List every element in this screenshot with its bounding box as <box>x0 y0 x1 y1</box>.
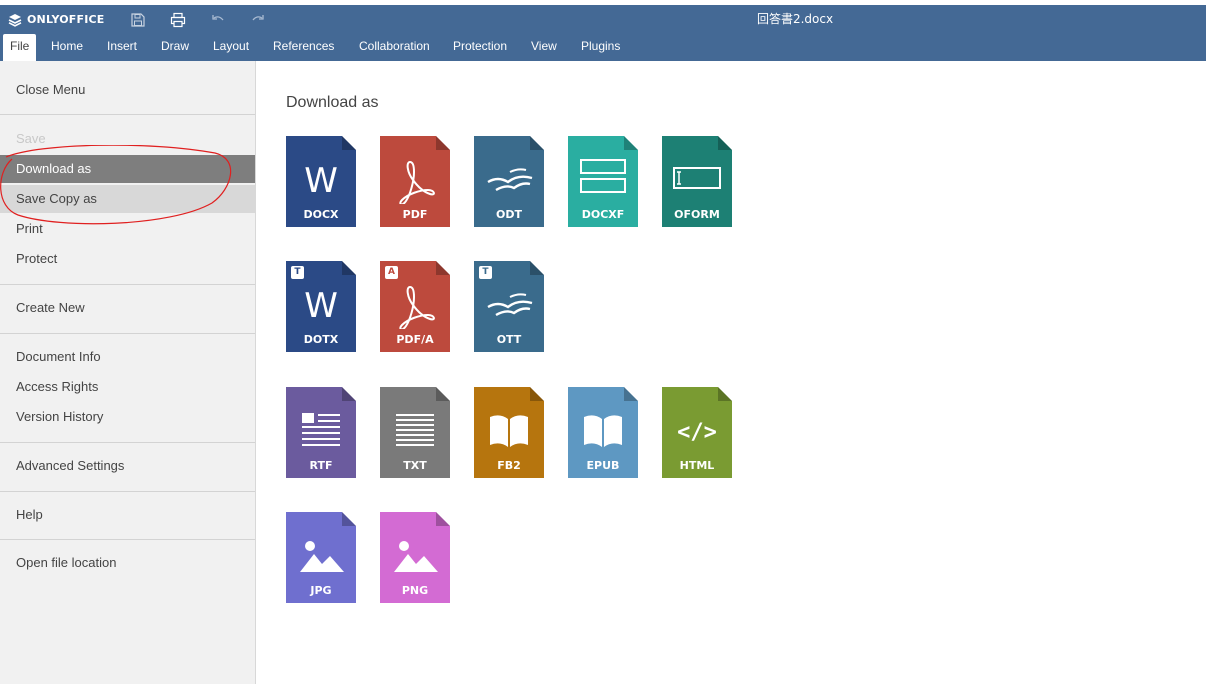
image-icon <box>300 541 344 572</box>
format-label: OTT <box>496 333 522 346</box>
format-tile-html[interactable]: </> HTML <box>662 387 732 478</box>
tab-draw[interactable]: Draw <box>154 34 196 61</box>
pdf-icon <box>399 160 435 204</box>
text-lines-icon <box>396 414 434 446</box>
seagull-icon <box>487 293 533 317</box>
tab-view[interactable]: View <box>524 34 564 61</box>
format-tile-png[interactable]: PNG <box>380 512 450 603</box>
menu-divider <box>0 442 255 443</box>
format-tile-ott[interactable]: T OTT <box>474 261 544 352</box>
tab-references[interactable]: References <box>266 34 341 61</box>
menu-divider <box>0 539 255 540</box>
format-label: ODT <box>496 208 522 221</box>
template-badge: T <box>479 266 492 279</box>
download-as-panel: Download as W DOCX PDF ODT DOCXF OFORM W T DOTX A… <box>256 61 1206 684</box>
menu-open-file-location[interactable]: Open file location <box>0 549 255 577</box>
format-tile-fb2[interactable]: FB2 <box>474 387 544 478</box>
template-badge: A <box>385 266 398 279</box>
title-bar: ONLYOFFICE 回答書2.docx <box>0 5 1206 34</box>
format-label: EPUB <box>586 459 620 472</box>
word-icon: W <box>304 286 338 326</box>
menu-download-as[interactable]: Download as <box>0 155 255 183</box>
svg-text:W: W <box>304 286 338 326</box>
format-tile-odt[interactable]: ODT <box>474 136 544 227</box>
format-label: DOCX <box>303 208 339 221</box>
document-title: 回答書2.docx <box>756 12 834 26</box>
format-tile-oform[interactable]: OFORM <box>662 136 732 227</box>
format-label: PDF <box>402 208 428 221</box>
format-label: FB2 <box>497 459 521 472</box>
tab-layout[interactable]: Layout <box>206 34 256 61</box>
menu-advanced-settings[interactable]: Advanced Settings <box>0 452 255 480</box>
tab-protection[interactable]: Protection <box>446 34 514 61</box>
tab-insert[interactable]: Insert <box>100 34 144 61</box>
oform-icon <box>673 167 721 189</box>
format-tile-epub[interactable]: EPUB <box>568 387 638 478</box>
tab-plugins[interactable]: Plugins <box>574 34 627 61</box>
file-menu-sidebar: Close Menu Save Download as Save Copy as… <box>0 61 256 684</box>
format-label: TXT <box>403 459 427 472</box>
word-icon: W <box>304 161 338 201</box>
format-tile-rtf[interactable]: RTF <box>286 387 356 478</box>
format-label: HTML <box>679 459 715 472</box>
rich-text-icon <box>302 413 340 446</box>
brand-name: ONLYOFFICE <box>27 13 105 26</box>
format-label: JPG <box>310 584 332 597</box>
format-label: DOTX <box>303 333 339 346</box>
format-tile-docxf[interactable]: DOCXF <box>568 136 638 227</box>
layers-logo-icon <box>8 13 22 27</box>
menu-save: Save <box>16 131 46 146</box>
menu-print[interactable]: Print <box>0 215 255 243</box>
svg-text:W: W <box>304 161 338 201</box>
menu-save-copy-as[interactable]: Save Copy as <box>0 185 255 213</box>
image-icon <box>394 541 438 572</box>
format-label: OFORM <box>674 208 720 221</box>
menu-divider <box>0 491 255 492</box>
print-icon[interactable] <box>168 10 188 30</box>
format-tile-pdf-a[interactable]: A PDF/A <box>380 261 450 352</box>
format-label: DOCXF <box>581 208 625 221</box>
tab-home[interactable]: Home <box>44 34 90 61</box>
svg-text:</>: </> <box>677 420 717 445</box>
menu-close-menu[interactable]: Close Menu <box>0 76 255 104</box>
template-badge: T <box>291 266 304 279</box>
format-label: PNG <box>401 584 429 597</box>
seagull-icon <box>487 168 533 192</box>
format-tile-dotx[interactable]: W T DOTX <box>286 261 356 352</box>
pdf-icon <box>399 285 435 329</box>
save-icon[interactable] <box>128 10 148 30</box>
menu-create-new[interactable]: Create New <box>0 294 255 322</box>
format-label: RTF <box>309 459 333 472</box>
menu-divider <box>0 333 255 334</box>
format-tile-jpg[interactable]: JPG <box>286 512 356 603</box>
menu-divider <box>0 284 255 285</box>
menu-divider <box>0 114 255 115</box>
menu-document-info[interactable]: Document Info <box>0 343 255 371</box>
onlyoffice-window: ONLYOFFICE 回答書2.docx File Home Insert Dr… <box>0 0 1206 684</box>
menu-version-history[interactable]: Version History <box>0 403 255 431</box>
menu-help[interactable]: Help <box>0 501 255 529</box>
download-as-heading: Download as <box>286 94 379 111</box>
code-icon: </> <box>677 420 717 445</box>
undo-icon[interactable] <box>208 10 228 30</box>
book-icon <box>584 415 622 447</box>
redo-icon[interactable] <box>248 10 268 30</box>
format-label: PDF/A <box>396 333 434 346</box>
tab-collaboration[interactable]: Collaboration <box>352 34 437 61</box>
book-icon <box>490 415 528 447</box>
tab-file[interactable]: File <box>3 34 37 61</box>
menu-access-rights[interactable]: Access Rights <box>0 373 255 401</box>
format-tile-pdf[interactable]: PDF <box>380 136 450 227</box>
menu-protect[interactable]: Protect <box>0 245 255 273</box>
form-fields-icon <box>580 159 626 193</box>
ribbon-tab-bar: File Home Insert Draw Layout References … <box>0 34 1206 61</box>
format-tile-docx[interactable]: W DOCX <box>286 136 356 227</box>
onlyoffice-logo: ONLYOFFICE <box>8 5 105 34</box>
format-tile-txt[interactable]: TXT <box>380 387 450 478</box>
